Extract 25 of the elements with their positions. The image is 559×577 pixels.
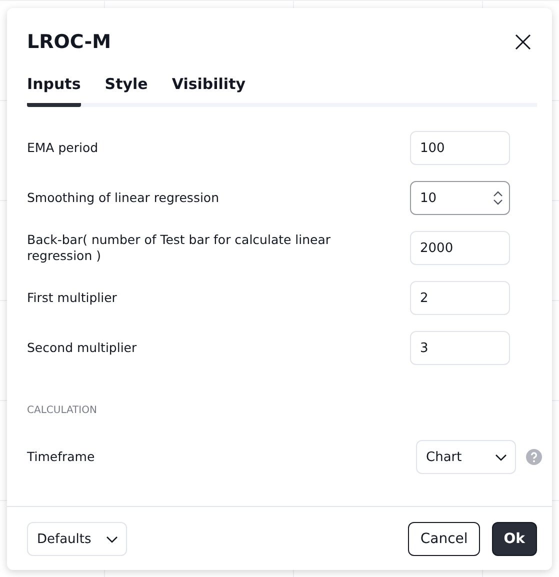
chevron-down-icon — [495, 454, 507, 460]
dialog-title: LROC-M — [27, 31, 112, 53]
number-field[interactable]: 2000 — [410, 231, 510, 265]
defaults-dropdown[interactable]: Defaults — [27, 522, 127, 556]
tab[interactable]: Inputs — [27, 75, 81, 107]
timeframe-dropdown[interactable]: Chart — [416, 440, 516, 474]
field-label: Timeframe — [27, 449, 95, 465]
tab[interactable]: Style — [104, 75, 148, 107]
section-heading: CALCULATION — [27, 405, 98, 416]
number-field[interactable]: 100 — [410, 131, 510, 165]
cancel-button[interactable]: Cancel — [408, 522, 480, 556]
chevron-down-icon — [106, 536, 118, 542]
ok-button[interactable]: Ok — [492, 522, 537, 556]
number-field[interactable]: 3 — [410, 331, 510, 365]
input-label: Back-bar( number of Test bar for calculate linear regression ) — [27, 232, 332, 264]
number-field[interactable]: 2 — [410, 281, 510, 315]
input-label: EMA period — [27, 140, 98, 156]
chevron-down-icon[interactable] — [493, 199, 503, 205]
input-label: Second multiplier — [27, 340, 137, 356]
input-label: Smoothing of linear regression — [27, 190, 219, 206]
chevron-up-icon[interactable] — [493, 191, 503, 197]
close-icon — [515, 34, 531, 50]
tab[interactable]: Visibility — [172, 75, 246, 107]
number-field[interactable]: 10 — [410, 181, 510, 215]
input-label: First multiplier — [27, 290, 117, 306]
